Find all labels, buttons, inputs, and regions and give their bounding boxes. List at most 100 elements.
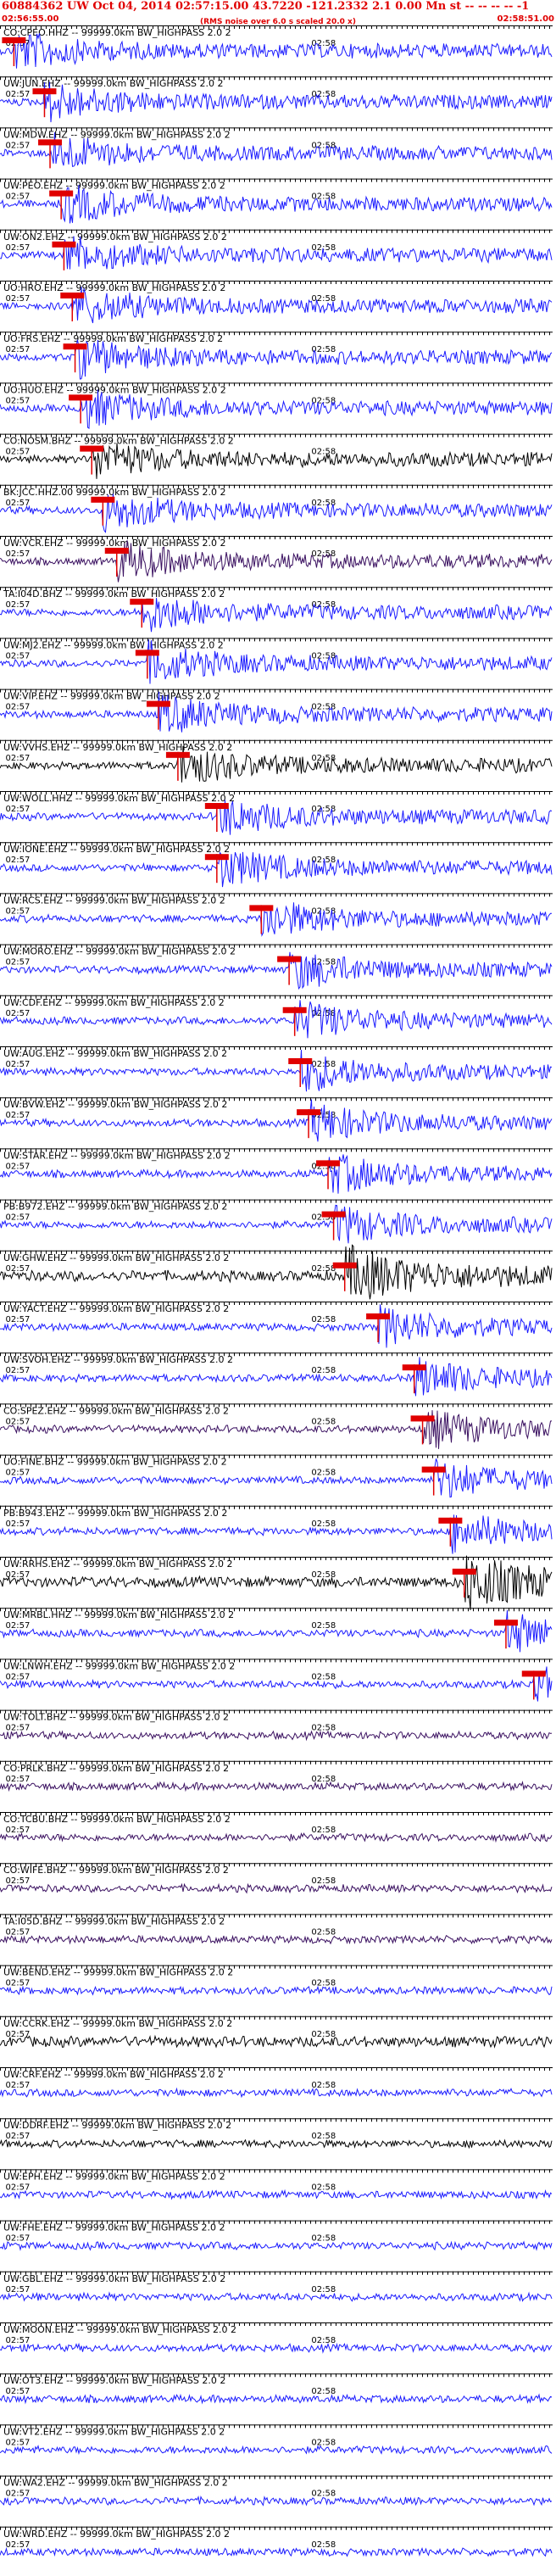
time-label-0258: 02:58 — [311, 1672, 336, 1681]
time-label-0258: 02:58 — [311, 549, 336, 559]
station-label: UW:RCS.EHZ -- 99999.0km BW_HIGHPASS 2.0 … — [3, 895, 225, 906]
station-label: UW:YACT.EHZ -- 99999.0km BW_HIGHPASS 2.0… — [3, 1303, 229, 1314]
trace-tai05d: TA:I05D.BHZ -- 99999.0km BW_HIGHPASS 2.0… — [0, 1914, 553, 1945]
time-label-0258: 02:58 — [311, 1519, 336, 1529]
station-label: UW:RRHS.EHZ -- 99999.0km BW_HIGHPASS 2.0… — [3, 1558, 233, 1570]
station-label: UO:FRS.EHZ -- 99999.0km BW_HIGHPASS 2.0 … — [3, 333, 223, 344]
trace-uwlnwh: UW:LNWH.EHZ -- 99999.0km BW_HIGHPASS 2.0… — [0, 1659, 553, 1702]
end-time-label: 02:58:51.00 — [497, 14, 554, 24]
time-label-0258: 02:58 — [311, 448, 336, 457]
station-label: UW:CRF.EHZ -- 99999.0km BW_HIGHPASS 2.0 … — [3, 2069, 224, 2080]
station-label: UW:MJ2.EHZ -- 99999.0km BW_HIGHPASS 2.0 … — [3, 639, 224, 650]
time-label-0258: 02:58 — [311, 1315, 336, 1324]
station-label: UW:CDF.EHZ -- 99999.0km BW_HIGHPASS 2.0 … — [3, 997, 225, 1008]
time-label-0257: 02:57 — [6, 549, 31, 559]
trace-uwstar: UW:STAR.EHZ -- 99999.0km BW_HIGHPASS 2.0… — [0, 1148, 553, 1194]
waveform-line — [0, 33, 553, 69]
trace-uwmj2: UW:MJ2.EHZ -- 99999.0km BW_HIGHPASS 2.0 … — [0, 638, 553, 684]
trace-uwccrk: UW:CCRK.EHZ -- 99999.0km BW_HIGHPASS 2.0… — [0, 2016, 553, 2049]
time-label-0257: 02:57 — [6, 1009, 31, 1018]
trace-copreo: CO:CPEO.HHZ -- 99999.0km BW_HIGHPASS 2.0… — [0, 25, 553, 69]
waveform-line — [0, 493, 553, 533]
time-label-0257: 02:57 — [6, 2081, 31, 2090]
time-label-0257: 02:57 — [6, 345, 31, 354]
station-label: UW:MORO.EHZ -- 99999.0km BW_HIGHPASS 2.0… — [3, 946, 236, 957]
time-label-0257: 02:57 — [6, 1213, 31, 1223]
time-label-0257: 02:57 — [6, 754, 31, 763]
waveform-line — [0, 2087, 553, 2099]
time-label-0258: 02:58 — [311, 1264, 336, 1274]
time-label-0257: 02:57 — [6, 703, 31, 712]
time-label-0257: 02:57 — [6, 2132, 31, 2141]
trace-uwione: UW:IONE.EHZ -- 99999.0km BW_HIGHPASS 2.0… — [0, 842, 553, 888]
time-label-0257: 02:57 — [6, 856, 31, 865]
station-label: TA:I05D.BHZ -- 99999.0km BW_HIGHPASS 2.0… — [3, 1915, 225, 1926]
station-label: UW:MRBL.HHZ -- 99999.0km BW_HIGHPASS 2.0… — [3, 1609, 234, 1620]
waveform-line — [0, 1514, 553, 1554]
time-label-0257: 02:57 — [6, 396, 31, 405]
trace-uwvcr: UW:VCR.EHZ -- 99999.0km BW_HIGHPASS 2.0 … — [0, 536, 553, 583]
waveform-line — [0, 1666, 553, 1702]
time-label-0258: 02:58 — [311, 90, 336, 99]
trace-uwddrf: UW:DDRF.EHZ -- 99999.0km BW_HIGHPASS 2.0… — [0, 2118, 553, 2149]
time-label-0258: 02:58 — [311, 2132, 336, 2141]
trace-pbb943: PB:B943.EHZ -- 99999.0km BW_HIGHPASS 2.0… — [0, 1505, 553, 1554]
trace-uwpeo: UW:PEO.EHZ -- 99999.0km BW_HIGHPASS 2.0 … — [0, 178, 553, 224]
time-label-0258: 02:58 — [311, 1621, 336, 1631]
event-title: 60884362 UW Oct 04, 2014 02:57:15.00 43.… — [2, 0, 530, 13]
waveform-line — [0, 2034, 553, 2049]
trace-uwbvw: UW:BVW.EHZ -- 99999.0km BW_HIGHPASS 2.0 … — [0, 1097, 553, 1142]
trace-uwrcs: UW:RCS.EHZ -- 99999.0km BW_HIGHPASS 2.0 … — [0, 893, 553, 937]
waveform-line — [0, 951, 553, 990]
station-label: UO:HRO.EHZ -- 99999.0km BW_HIGHPASS 2.0 … — [3, 282, 225, 293]
time-label-0258: 02:58 — [311, 294, 336, 304]
waveform-line — [0, 1985, 553, 1996]
station-label: UW:VCR.EHZ -- 99999.0km BW_HIGHPASS 2.0 … — [3, 538, 225, 549]
trace-cowife: CO:WIFE.BHZ -- 99999.0km BW_HIGHPASS 2.0… — [0, 1863, 553, 1894]
station-label: UO:HUO.EHZ -- 99999.0km BW_HIGHPASS 2.0 … — [3, 384, 226, 395]
station-label: UW:JUN.EHZ -- 99999.0km BW_HIGHPASS 2.0 … — [3, 78, 224, 89]
station-label: UW:MDW.EHZ -- 99999.0km BW_HIGHPASS 2.0 … — [3, 129, 231, 140]
waveform-line — [0, 902, 552, 937]
station-label: UW:SVOH.EHZ -- 99999.0km BW_HIGHPASS 2.0… — [3, 1354, 233, 1365]
trace-uwsvoh: UW:SVOH.EHZ -- 99999.0km BW_HIGHPASS 2.0… — [0, 1352, 553, 1397]
time-label-0257: 02:57 — [6, 1724, 31, 1733]
time-label-0257: 02:57 — [6, 1979, 31, 1988]
trace-uwghw: UW:GHW.EHZ -- 99999.0km BW_HIGHPASS 2.0 … — [0, 1244, 553, 1300]
time-label-0257: 02:57 — [6, 805, 31, 814]
waveform-line — [0, 1781, 553, 1793]
station-label: CO:SPEZ.EHZ -- 99999.0km BW_HIGHPASS 2.0… — [3, 1405, 229, 1416]
waveform-line — [0, 1832, 553, 1843]
time-label-0258: 02:58 — [311, 2030, 336, 2039]
time-label-0257: 02:57 — [6, 1775, 31, 1784]
station-label: UW:WOLL.HHZ -- 99999.0km BW_HIGHPASS 2.0… — [3, 793, 235, 804]
trace-cospe: CO:SPEZ.EHZ -- 99999.0km BW_HIGHPASS 2.0… — [0, 1403, 553, 1449]
time-label-0257: 02:57 — [6, 1876, 31, 1886]
station-label: UW:AUG.EHZ -- 99999.0km BW_HIGHPASS 2.0 … — [3, 1048, 227, 1059]
waveform-line — [0, 598, 553, 633]
trace-coprlk: CO:PRLK.BHZ -- 99999.0km BW_HIGHPASS 2.0… — [0, 1760, 553, 1793]
seismogram-plot: CO:CPEO.HHZ -- 99999.0km BW_HIGHPASS 2.0… — [0, 25, 553, 2557]
station-label: UW:VVHS.EHZ -- 99999.0km BW_HIGHPASS 2.0… — [3, 742, 232, 753]
time-label-0257: 02:57 — [6, 600, 31, 610]
trace-uwwoll: UW:WOLL.HHZ -- 99999.0km BW_HIGHPASS 2.0… — [0, 791, 553, 835]
time-label-0257: 02:57 — [6, 1060, 31, 1069]
trace-uwmdw: UW:MDW.EHZ -- 99999.0km BW_HIGHPASS 2.0 … — [0, 127, 553, 169]
time-label-0258: 02:58 — [311, 1826, 336, 1835]
station-label: UW:BEND.EHZ -- 99999.0km BW_HIGHPASS 2.0… — [3, 1967, 233, 1978]
time-label-0257: 02:57 — [6, 192, 31, 202]
time-label-0258: 02:58 — [311, 1979, 336, 1988]
trace-uofine: UO:FINE.BHZ -- 99999.0km BW_HIGHPASS 2.0… — [0, 1454, 553, 1498]
time-label-0257: 02:57 — [6, 1672, 31, 1681]
trace-uwyact: UW:YACT.EHZ -- 99999.0km BW_HIGHPASS 2.0… — [0, 1302, 553, 1348]
trace-uwbend: UW:BEND.EHZ -- 99999.0km BW_HIGHPASS 2.0… — [0, 1965, 553, 1996]
time-label-0257: 02:57 — [6, 2030, 31, 2039]
time-label-0257: 02:57 — [6, 1621, 31, 1631]
trace-cotcbu: CO:TCBU.BHZ -- 99999.0km BW_HIGHPASS 2.0… — [0, 1812, 553, 1843]
station-label: CO:WIFE.BHZ -- 99999.0km BW_HIGHPASS 2.0… — [3, 1865, 229, 1876]
trace-uwrrhs: UW:RRHS.EHZ -- 99999.0km BW_HIGHPASS 2.0… — [0, 1555, 553, 1610]
trace-uwmrbl: UW:MRBL.HHZ -- 99999.0km BW_HIGHPASS 2.0… — [0, 1608, 553, 1653]
station-label: CO:TCBU.BHZ -- 99999.0km BW_HIGHPASS 2.0… — [3, 1814, 231, 1825]
time-label-0257: 02:57 — [6, 1366, 31, 1375]
time-label-0257: 02:57 — [6, 1417, 31, 1426]
